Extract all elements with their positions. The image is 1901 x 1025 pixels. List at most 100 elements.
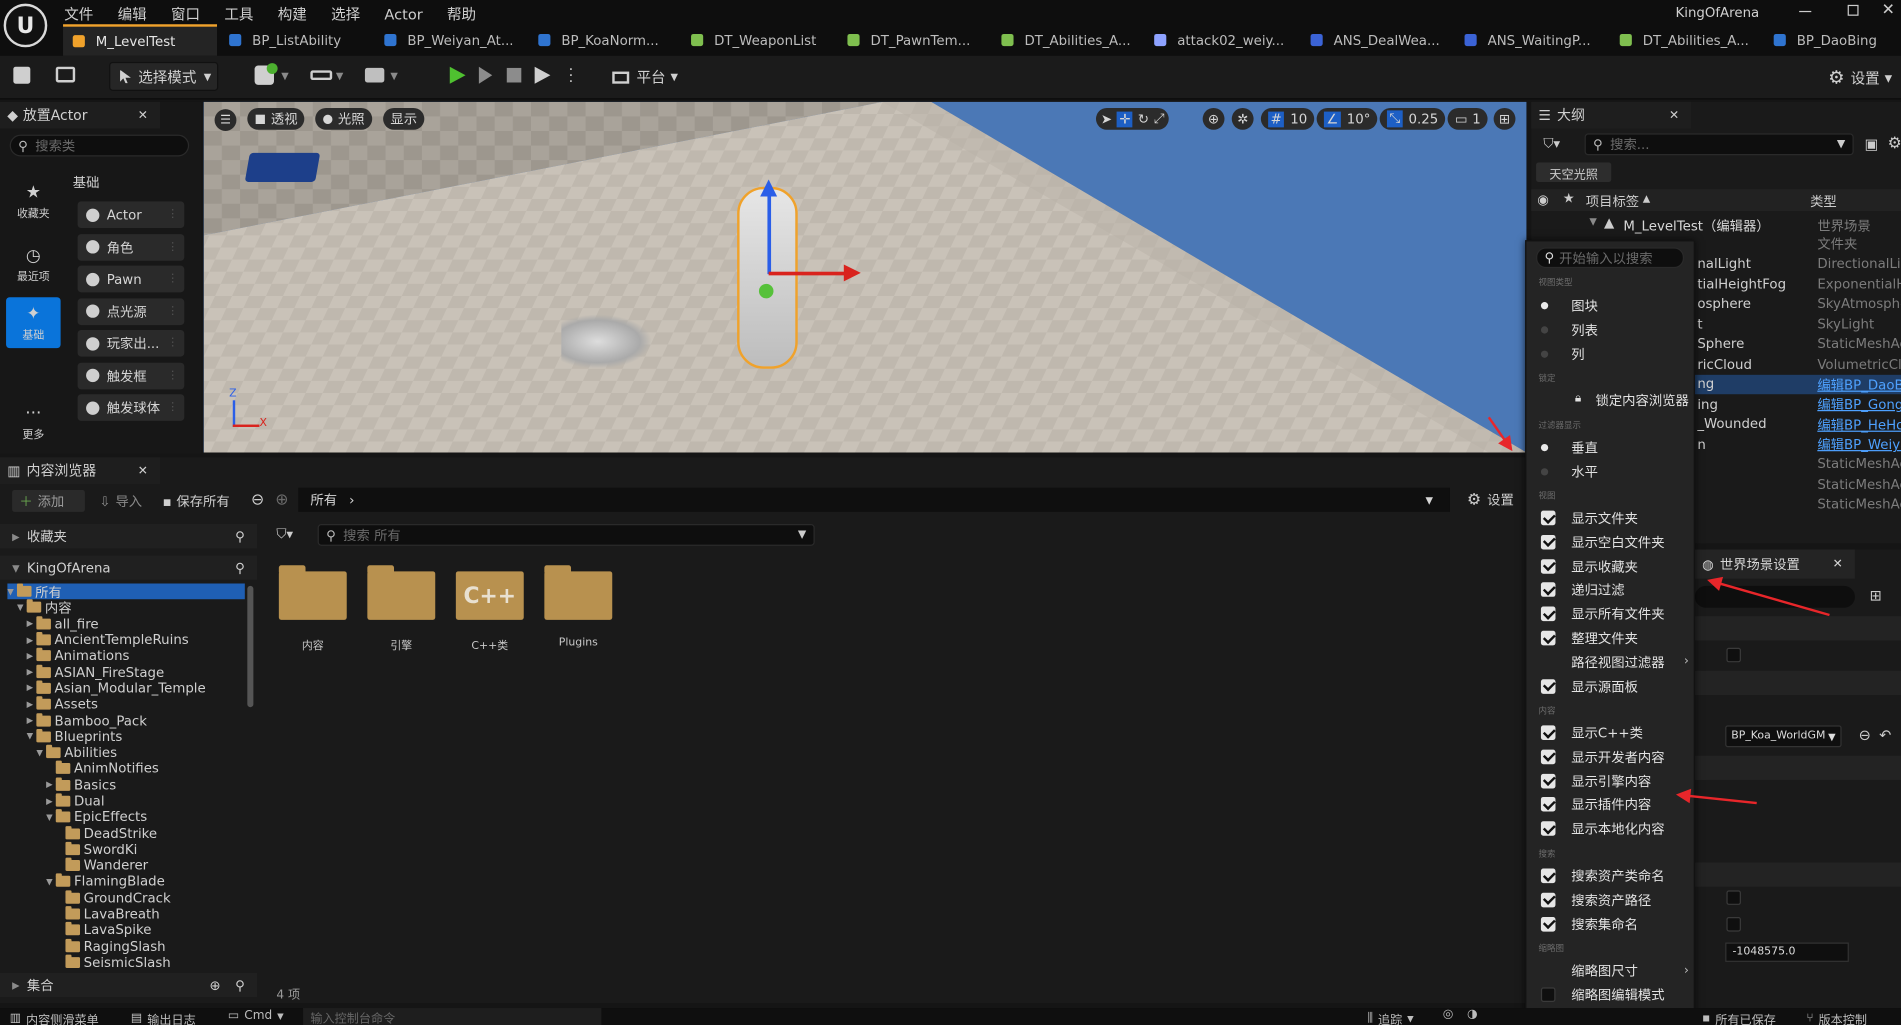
filter-chip[interactable]: 天空光照 xyxy=(1536,162,1612,182)
document-tab[interactable]: DT_PawnTem... xyxy=(838,24,990,56)
move-icon[interactable]: ✛ xyxy=(1116,110,1133,127)
document-tab[interactable]: BP_ListAbility xyxy=(219,24,372,56)
play-icon[interactable] xyxy=(449,66,466,84)
menu-item[interactable]: 显示开发者内容 xyxy=(1538,746,1693,768)
import-button[interactable]: ⇩ 导入 xyxy=(99,490,142,512)
gizmo-center[interactable] xyxy=(758,283,774,299)
folder-tree-item[interactable]: ▶ Animations xyxy=(7,648,245,664)
menu-item[interactable]: 递归过滤 xyxy=(1538,579,1693,601)
expand-arrow-icon[interactable]: ▼ xyxy=(27,732,37,742)
back-icon[interactable]: ⊖ xyxy=(251,491,264,509)
content-drawer-button[interactable]: ▥ 内容侧滑菜单 xyxy=(10,1009,99,1025)
outliner-settings-icon[interactable]: ⚙ xyxy=(1888,135,1901,153)
save-all-button[interactable]: ▪ 保存所有 xyxy=(162,490,229,512)
scale-snap-button[interactable]: ⤡ 0.25 xyxy=(1379,107,1446,130)
folder-tree-item[interactable]: ▶ ASIAN_FireStage xyxy=(7,664,245,680)
asset-folder-tile[interactable]: 内容 xyxy=(276,564,356,661)
rotate-icon[interactable]: ↻ xyxy=(1138,111,1149,127)
place-actor-item[interactable]: Pawn ⋮ xyxy=(77,265,185,293)
folder-tree-item[interactable]: ▼ 内容 xyxy=(7,599,245,616)
place-category-1[interactable]: ◷ 最近项 xyxy=(6,239,61,290)
content-browser-tab[interactable]: ▥ 内容浏览器 ✕ xyxy=(0,457,161,484)
outliner-root-row[interactable]: ▼ ▲ M_LevelTest（编辑器） 世界场景 xyxy=(1531,215,1901,234)
menu-item[interactable]: 显示C++类 xyxy=(1538,722,1693,744)
angle-snap-button[interactable]: ∠ 10° xyxy=(1316,107,1378,130)
tree-scrollbar[interactable] xyxy=(247,585,254,708)
favorites-header[interactable]: ▶ 收藏夹 ⚲ xyxy=(0,524,258,549)
menu-item[interactable]: 整理文件夹 xyxy=(1538,627,1693,649)
path-root[interactable]: 所有 xyxy=(310,490,337,509)
search-icon[interactable]: ⚲ xyxy=(235,560,245,576)
menu-item[interactable]: 显示所有文件夹 xyxy=(1538,603,1693,625)
select-arrow-icon[interactable]: ➤ xyxy=(1101,111,1112,127)
document-tab[interactable]: BP_DaoBing xyxy=(1764,24,1899,56)
folder-tree-item[interactable]: Wanderer xyxy=(7,857,245,874)
world-local-icon[interactable]: ⊕ xyxy=(1202,107,1225,130)
path-bar[interactable]: 所有 › ▼ xyxy=(298,487,1450,512)
expand-arrow-icon[interactable]: ▼ xyxy=(36,748,46,758)
trace-button[interactable]: ⫼ 追踪 ▼ xyxy=(1368,1009,1414,1025)
menu-item[interactable]: 缩略图编辑模式 xyxy=(1538,984,1693,1006)
folder-tree-item[interactable]: ▼ 所有 xyxy=(7,583,245,600)
document-tab[interactable]: M_LevelTest xyxy=(63,24,218,56)
menu-item[interactable]: 列表 xyxy=(1538,319,1693,341)
select-mode-button[interactable]: 选择模式 ▼ xyxy=(109,61,219,91)
asset-folder-tile[interactable]: 引擎 xyxy=(365,564,445,661)
level-viewport[interactable]: Z X ☰ ■ 透视 ● 光照 显示 ➤ ✛ ↻ ⤢ ⊕ ✲ # 10 ∠ 10… xyxy=(203,101,1527,453)
menu-item[interactable]: 搜索资产路径 xyxy=(1538,889,1693,911)
surface-snap-icon[interactable]: ✲ xyxy=(1231,107,1254,130)
folder-tree-item[interactable]: ▶ all_fire xyxy=(7,616,245,632)
menu-item[interactable]: 缩略图尺寸 › xyxy=(1538,959,1693,981)
menu-item[interactable]: 编辑 xyxy=(118,4,147,25)
unreal-logo-icon[interactable]: U xyxy=(3,3,48,48)
asset-search-input[interactable]: ⚲ 搜索 所有 ▼ xyxy=(317,524,815,546)
expand-arrow-icon[interactable]: ▶ xyxy=(27,667,37,677)
camera-actor-icon[interactable] xyxy=(244,152,321,182)
save-icon[interactable] xyxy=(13,66,31,84)
menu-item[interactable]: 窗口 xyxy=(171,4,200,25)
revision-icon[interactable]: ◑ xyxy=(1467,1008,1478,1021)
menu-item[interactable]: 显示引擎内容 xyxy=(1538,770,1693,792)
character-female-mesh[interactable] xyxy=(561,314,653,369)
cinematics-icon[interactable] xyxy=(364,67,385,83)
menu-item[interactable]: 搜索资产类命名 xyxy=(1538,865,1693,887)
cmd-button[interactable]: ▭ Cmd ▼ xyxy=(228,1009,284,1022)
place-actor-item[interactable]: 角色 ⋮ xyxy=(77,233,185,261)
expand-arrow-icon[interactable]: ▼ xyxy=(46,877,56,887)
gizmo-x-axis[interactable] xyxy=(768,271,848,276)
derived-data-icon[interactable]: ◎ xyxy=(1443,1008,1454,1021)
menu-item[interactable]: 🔒︎ 锁定内容浏览器 xyxy=(1538,389,1693,411)
asset-folder-tile[interactable]: Plugins xyxy=(542,564,622,661)
expand-arrow-icon[interactable]: ▶ xyxy=(27,619,37,629)
outliner-search-input[interactable]: ⚲ 搜索... ▼ xyxy=(1584,133,1854,156)
menu-item[interactable]: 显示源面板 xyxy=(1538,675,1693,697)
expand-arrow-icon[interactable]: ▶ xyxy=(46,796,56,806)
play-options-icon[interactable]: · · · xyxy=(569,62,574,89)
expand-arrow-icon[interactable]: ▶ xyxy=(27,651,37,661)
toolbar-settings-button[interactable]: ⚙ 设置 ▼ xyxy=(1828,67,1892,89)
property-checkbox[interactable] xyxy=(1726,647,1741,663)
console-input[interactable]: 输入控制台命令 xyxy=(303,1008,602,1025)
filter-icon[interactable]: ⛉▾ xyxy=(1543,136,1560,153)
place-actor-item[interactable]: 点光源 ⋮ xyxy=(77,297,185,325)
stop-icon[interactable] xyxy=(506,67,522,83)
gamemode-dropdown[interactable]: BP_Koa_WorldGM ▼ xyxy=(1725,725,1842,748)
menu-item[interactable]: 搜索集命名 xyxy=(1538,913,1693,935)
menu-item[interactable]: 列 xyxy=(1538,343,1693,365)
menu-item[interactable]: 帮助 xyxy=(447,4,476,25)
expand-arrow-icon[interactable]: ▶ xyxy=(27,700,37,710)
show-button[interactable]: 显示 xyxy=(383,107,425,130)
blueprint-icon[interactable] xyxy=(310,70,333,81)
property-matrix-icon[interactable]: ⊞ xyxy=(1869,587,1881,604)
add-collection-icon[interactable]: ⊕ xyxy=(209,977,220,993)
restore-icon[interactable] xyxy=(1847,4,1859,16)
asset-folder-tile[interactable]: C++ C++类 xyxy=(453,564,533,661)
folder-tree-item[interactable]: ▶ Bamboo_Pack xyxy=(7,712,245,728)
filter-icon[interactable]: ⛉▾ xyxy=(276,526,293,543)
chevron-down-icon[interactable]: ▼ xyxy=(281,70,288,81)
document-tab[interactable]: ANS_DealWea... xyxy=(1301,24,1453,56)
document-tab[interactable]: BP_Weiyan_At... xyxy=(375,24,527,56)
menu-item[interactable]: 图块 xyxy=(1538,295,1693,317)
close-tab-icon[interactable]: ✕ xyxy=(1669,109,1679,122)
menu-item[interactable]: 垂直 xyxy=(1538,437,1693,459)
